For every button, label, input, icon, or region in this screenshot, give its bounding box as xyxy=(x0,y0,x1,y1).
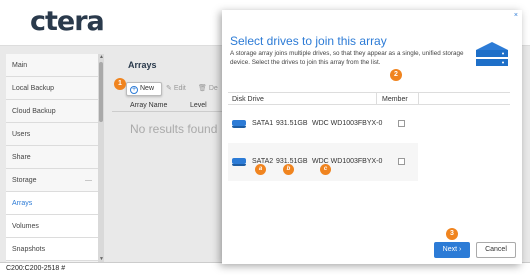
sidebar-item-share[interactable]: Share xyxy=(6,146,98,169)
drive-capacity: 931.51GB xyxy=(276,158,308,165)
column-level[interactable]: Level xyxy=(190,102,207,109)
callout-badge-b: b xyxy=(283,164,294,175)
sidebar-item-main[interactable]: Main xyxy=(6,54,98,77)
table-row[interactable]: SATA1 931.51GB WDC WD1003FBYX-0 xyxy=(228,105,510,143)
callout-badge-c: c xyxy=(320,164,331,175)
page-title: Arrays xyxy=(128,60,157,70)
edit-label: Edit xyxy=(173,85,186,92)
grid-header: Array Name Level xyxy=(112,100,222,112)
column-member[interactable]: Member xyxy=(382,96,408,103)
drive-model: WDC WD1003FBYX-0 xyxy=(312,120,383,127)
hard-drive-icon xyxy=(232,120,246,128)
sidebar-item-volumes[interactable]: Volumes xyxy=(6,215,98,238)
sidebar-item-users[interactable]: Users xyxy=(6,123,98,146)
drive-name: SATA1 xyxy=(252,120,274,127)
callout-badge-3: 3 xyxy=(446,228,458,240)
new-button[interactable]: + New xyxy=(126,82,162,96)
delete-label: De xyxy=(208,85,218,92)
next-button[interactable]: Next › xyxy=(434,242,470,258)
drives-table-header: Disk Drive Member xyxy=(228,92,510,105)
main-content: Arrays + New ✎ Edit 🗑 De Array Name Level… xyxy=(112,54,222,262)
callout-badge-1: 1 xyxy=(114,78,126,90)
member-checkbox[interactable] xyxy=(398,158,405,165)
ctera-logo: ctera xyxy=(30,6,105,37)
sidebar-item-local-backup[interactable]: Local Backup xyxy=(6,77,98,100)
drive-capacity: 931.51GB xyxy=(276,120,308,127)
sidebar-item-snapshots[interactable]: Snapshots xyxy=(6,238,98,261)
plus-icon: + xyxy=(130,86,138,94)
edit-button[interactable]: ✎ Edit xyxy=(166,84,186,92)
column-disk-drive[interactable]: Disk Drive xyxy=(232,96,264,103)
sidebar-item-cloud-backup[interactable]: Cloud Backup xyxy=(6,100,98,123)
sidebar: Main Local Backup Cloud Backup Users Sha… xyxy=(6,54,98,262)
sidebar-item-label: Storage xyxy=(12,177,37,184)
scrollbar-thumb[interactable] xyxy=(99,62,103,122)
collapse-icon: — xyxy=(85,177,92,184)
dialog-title: Select drives to join this array xyxy=(230,34,387,48)
select-drives-dialog: × Select drives to join this array A sto… xyxy=(222,10,522,264)
table-row[interactable]: SATA2 931.51GB WDC WD1003FBYX-0 xyxy=(228,143,418,181)
hard-drive-icon xyxy=(232,158,246,166)
callout-badge-2: 2 xyxy=(390,69,402,81)
sidebar-scrollbar[interactable]: ▲ ▼ xyxy=(98,54,104,262)
status-text: C200:C200-2518 # xyxy=(6,265,66,272)
member-checkbox[interactable] xyxy=(398,120,405,127)
scroll-up-icon[interactable]: ▲ xyxy=(99,54,104,60)
drives-table: Disk Drive Member SATA1 931.51GB WDC WD1… xyxy=(228,92,510,181)
delete-button[interactable]: 🗑 De xyxy=(198,84,218,92)
empty-message: No results found xyxy=(130,122,218,136)
column-divider xyxy=(376,93,377,105)
dialog-description: A storage array joins multiple drives, s… xyxy=(230,50,464,66)
close-icon[interactable]: × xyxy=(514,12,518,19)
callout-badge-a: a xyxy=(255,164,266,175)
column-divider xyxy=(418,93,419,105)
toolbar: + New ✎ Edit 🗑 De xyxy=(112,82,222,96)
cancel-button[interactable]: Cancel xyxy=(476,242,516,258)
sidebar-item-arrays[interactable]: Arrays xyxy=(6,192,98,215)
drive-stack-icon xyxy=(476,42,508,66)
sidebar-item-storage[interactable]: Storage — xyxy=(6,169,98,192)
column-array-name[interactable]: Array Name xyxy=(130,102,167,109)
new-label: New xyxy=(140,85,155,92)
